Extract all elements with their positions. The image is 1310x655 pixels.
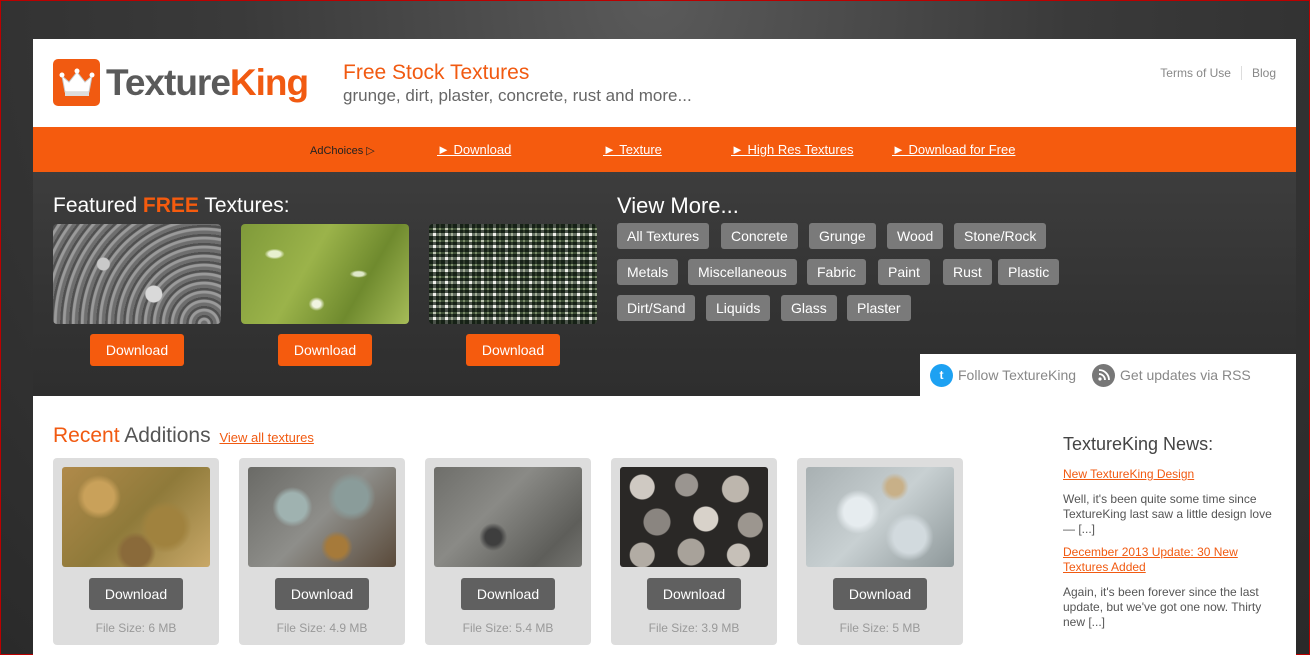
nav-link-download-for-free[interactable]: ► Download for Free xyxy=(892,142,1015,157)
tagline: Free Stock Textures grunge, dirt, plaste… xyxy=(343,61,692,106)
tag-all-textures[interactable]: All Textures xyxy=(617,223,710,249)
news-title: TextureKing News: xyxy=(1063,434,1214,454)
tag-plastic[interactable]: Plastic xyxy=(998,259,1060,285)
tag-plaster[interactable]: Plaster xyxy=(847,295,911,321)
texture-card: Download File Size: 5.4 MB xyxy=(425,458,591,645)
adchoices-link[interactable]: AdChoices ▷ xyxy=(310,144,375,157)
featured-download-button[interactable]: Download xyxy=(278,334,372,366)
file-size: File Size: 6 MB xyxy=(95,621,177,635)
texture-card: Download File Size: 6 MB xyxy=(53,458,219,645)
texture-download-button[interactable]: Download xyxy=(833,578,927,610)
tag-rust[interactable]: Rust xyxy=(943,259,992,285)
site-header: TextureKing Free Stock Textures grunge, … xyxy=(33,39,1296,127)
tag-concrete[interactable]: Concrete xyxy=(721,223,798,249)
recent-additions-section: Recent Additions View all textures Downl… xyxy=(33,396,1296,655)
texture-card: Download File Size: 4.9 MB xyxy=(239,458,405,645)
texture-thumbnail[interactable] xyxy=(62,467,210,567)
texture-thumbnail[interactable] xyxy=(620,467,768,567)
logo-text: TextureKing xyxy=(106,61,309,104)
tag-glass[interactable]: Glass xyxy=(781,295,837,321)
tag-dirt-sand[interactable]: Dirt/Sand xyxy=(617,295,696,321)
nav-link-high-res-textures[interactable]: ► High Res Textures xyxy=(731,142,853,157)
recent-title-rest: Additions xyxy=(119,424,211,447)
crown-icon xyxy=(53,59,100,106)
tagline-title: Free Stock Textures xyxy=(343,61,530,84)
featured-title-prefix: Featured xyxy=(53,194,143,217)
news-excerpt: Well, it's been quite some time since Te… xyxy=(1063,492,1272,536)
featured-download-button[interactable]: Download xyxy=(90,334,184,366)
rss-updates-link[interactable]: Get updates via RSS xyxy=(1120,367,1251,383)
logo-text-king: King xyxy=(229,61,309,103)
file-size: File Size: 5.4 MB xyxy=(462,621,554,635)
texture-thumbnail[interactable] xyxy=(806,467,954,567)
tag-paint[interactable]: Paint xyxy=(878,259,930,285)
news-link[interactable]: December 2013 Update: 30 New Textures Ad… xyxy=(1063,545,1283,575)
tag-grunge[interactable]: Grunge xyxy=(809,223,876,249)
ad-nav-bar: AdChoices ▷ ► Download ► Texture ► High … xyxy=(33,127,1296,172)
texture-card: Download File Size: 5 MB xyxy=(797,458,963,645)
featured-title-suffix: Textures: xyxy=(198,194,290,217)
tag-wood[interactable]: Wood xyxy=(887,223,944,249)
blog-link[interactable]: Blog xyxy=(1240,66,1276,80)
view-all-textures-link[interactable]: View all textures xyxy=(219,430,313,445)
featured-title: Featured FREE Textures: xyxy=(53,194,290,218)
news-link[interactable]: New TextureKing Design xyxy=(1063,467,1283,482)
nav-link-texture[interactable]: ► Texture xyxy=(603,142,662,157)
featured-download-button[interactable]: Download xyxy=(466,334,560,366)
site-logo[interactable]: TextureKing xyxy=(53,59,309,106)
view-more-title: View More... xyxy=(617,193,739,218)
terms-of-use-link[interactable]: Terms of Use xyxy=(1150,66,1241,80)
featured-texture-thumbnail[interactable] xyxy=(241,224,409,324)
recent-additions-title: Recent Additions View all textures xyxy=(53,424,314,448)
featured-title-highlight: FREE xyxy=(142,194,199,217)
tag-miscellaneous[interactable]: Miscellaneous xyxy=(688,259,797,285)
tag-stone-rock[interactable]: Stone/Rock xyxy=(954,223,1047,249)
featured-texture-thumbnail[interactable] xyxy=(429,224,597,324)
top-links: Terms of Use Blog xyxy=(1150,66,1276,80)
texture-download-button[interactable]: Download xyxy=(275,578,369,610)
texture-thumbnail[interactable] xyxy=(248,467,396,567)
logo-text-texture: Texture xyxy=(106,61,231,103)
texture-download-button[interactable]: Download xyxy=(647,578,741,610)
social-bar: t Follow TextureKing Get updates via RSS xyxy=(920,354,1296,396)
texture-thumbnail[interactable] xyxy=(434,467,582,567)
featured-section: Featured FREE Textures: Download Downloa… xyxy=(33,172,1296,396)
featured-texture-thumbnail[interactable] xyxy=(53,224,221,324)
page-container: TextureKing Free Stock Textures grunge, … xyxy=(33,39,1296,655)
tag-fabric[interactable]: Fabric xyxy=(807,259,866,285)
file-size: File Size: 5 MB xyxy=(839,621,921,635)
tag-liquids[interactable]: Liquids xyxy=(706,295,771,321)
tag-metals[interactable]: Metals xyxy=(617,259,679,285)
news-sidebar: TextureKing News: New TextureKing Design… xyxy=(1063,434,1283,630)
tagline-subtitle: grunge, dirt, plaster, concrete, rust an… xyxy=(343,86,692,105)
nav-link-download[interactable]: ► Download xyxy=(437,142,511,157)
file-size: File Size: 4.9 MB xyxy=(276,621,368,635)
file-size: File Size: 3.9 MB xyxy=(648,621,740,635)
twitter-icon[interactable]: t xyxy=(930,363,953,387)
rss-icon[interactable] xyxy=(1092,363,1116,387)
texture-card: Download File Size: 3.9 MB xyxy=(611,458,777,645)
texture-download-button[interactable]: Download xyxy=(461,578,555,610)
news-excerpt: Again, it's been forever since the last … xyxy=(1063,585,1262,629)
texture-download-button[interactable]: Download xyxy=(89,578,183,610)
recent-title-highlight: Recent xyxy=(53,424,120,447)
follow-textureking-link[interactable]: Follow TextureKing xyxy=(958,367,1076,383)
